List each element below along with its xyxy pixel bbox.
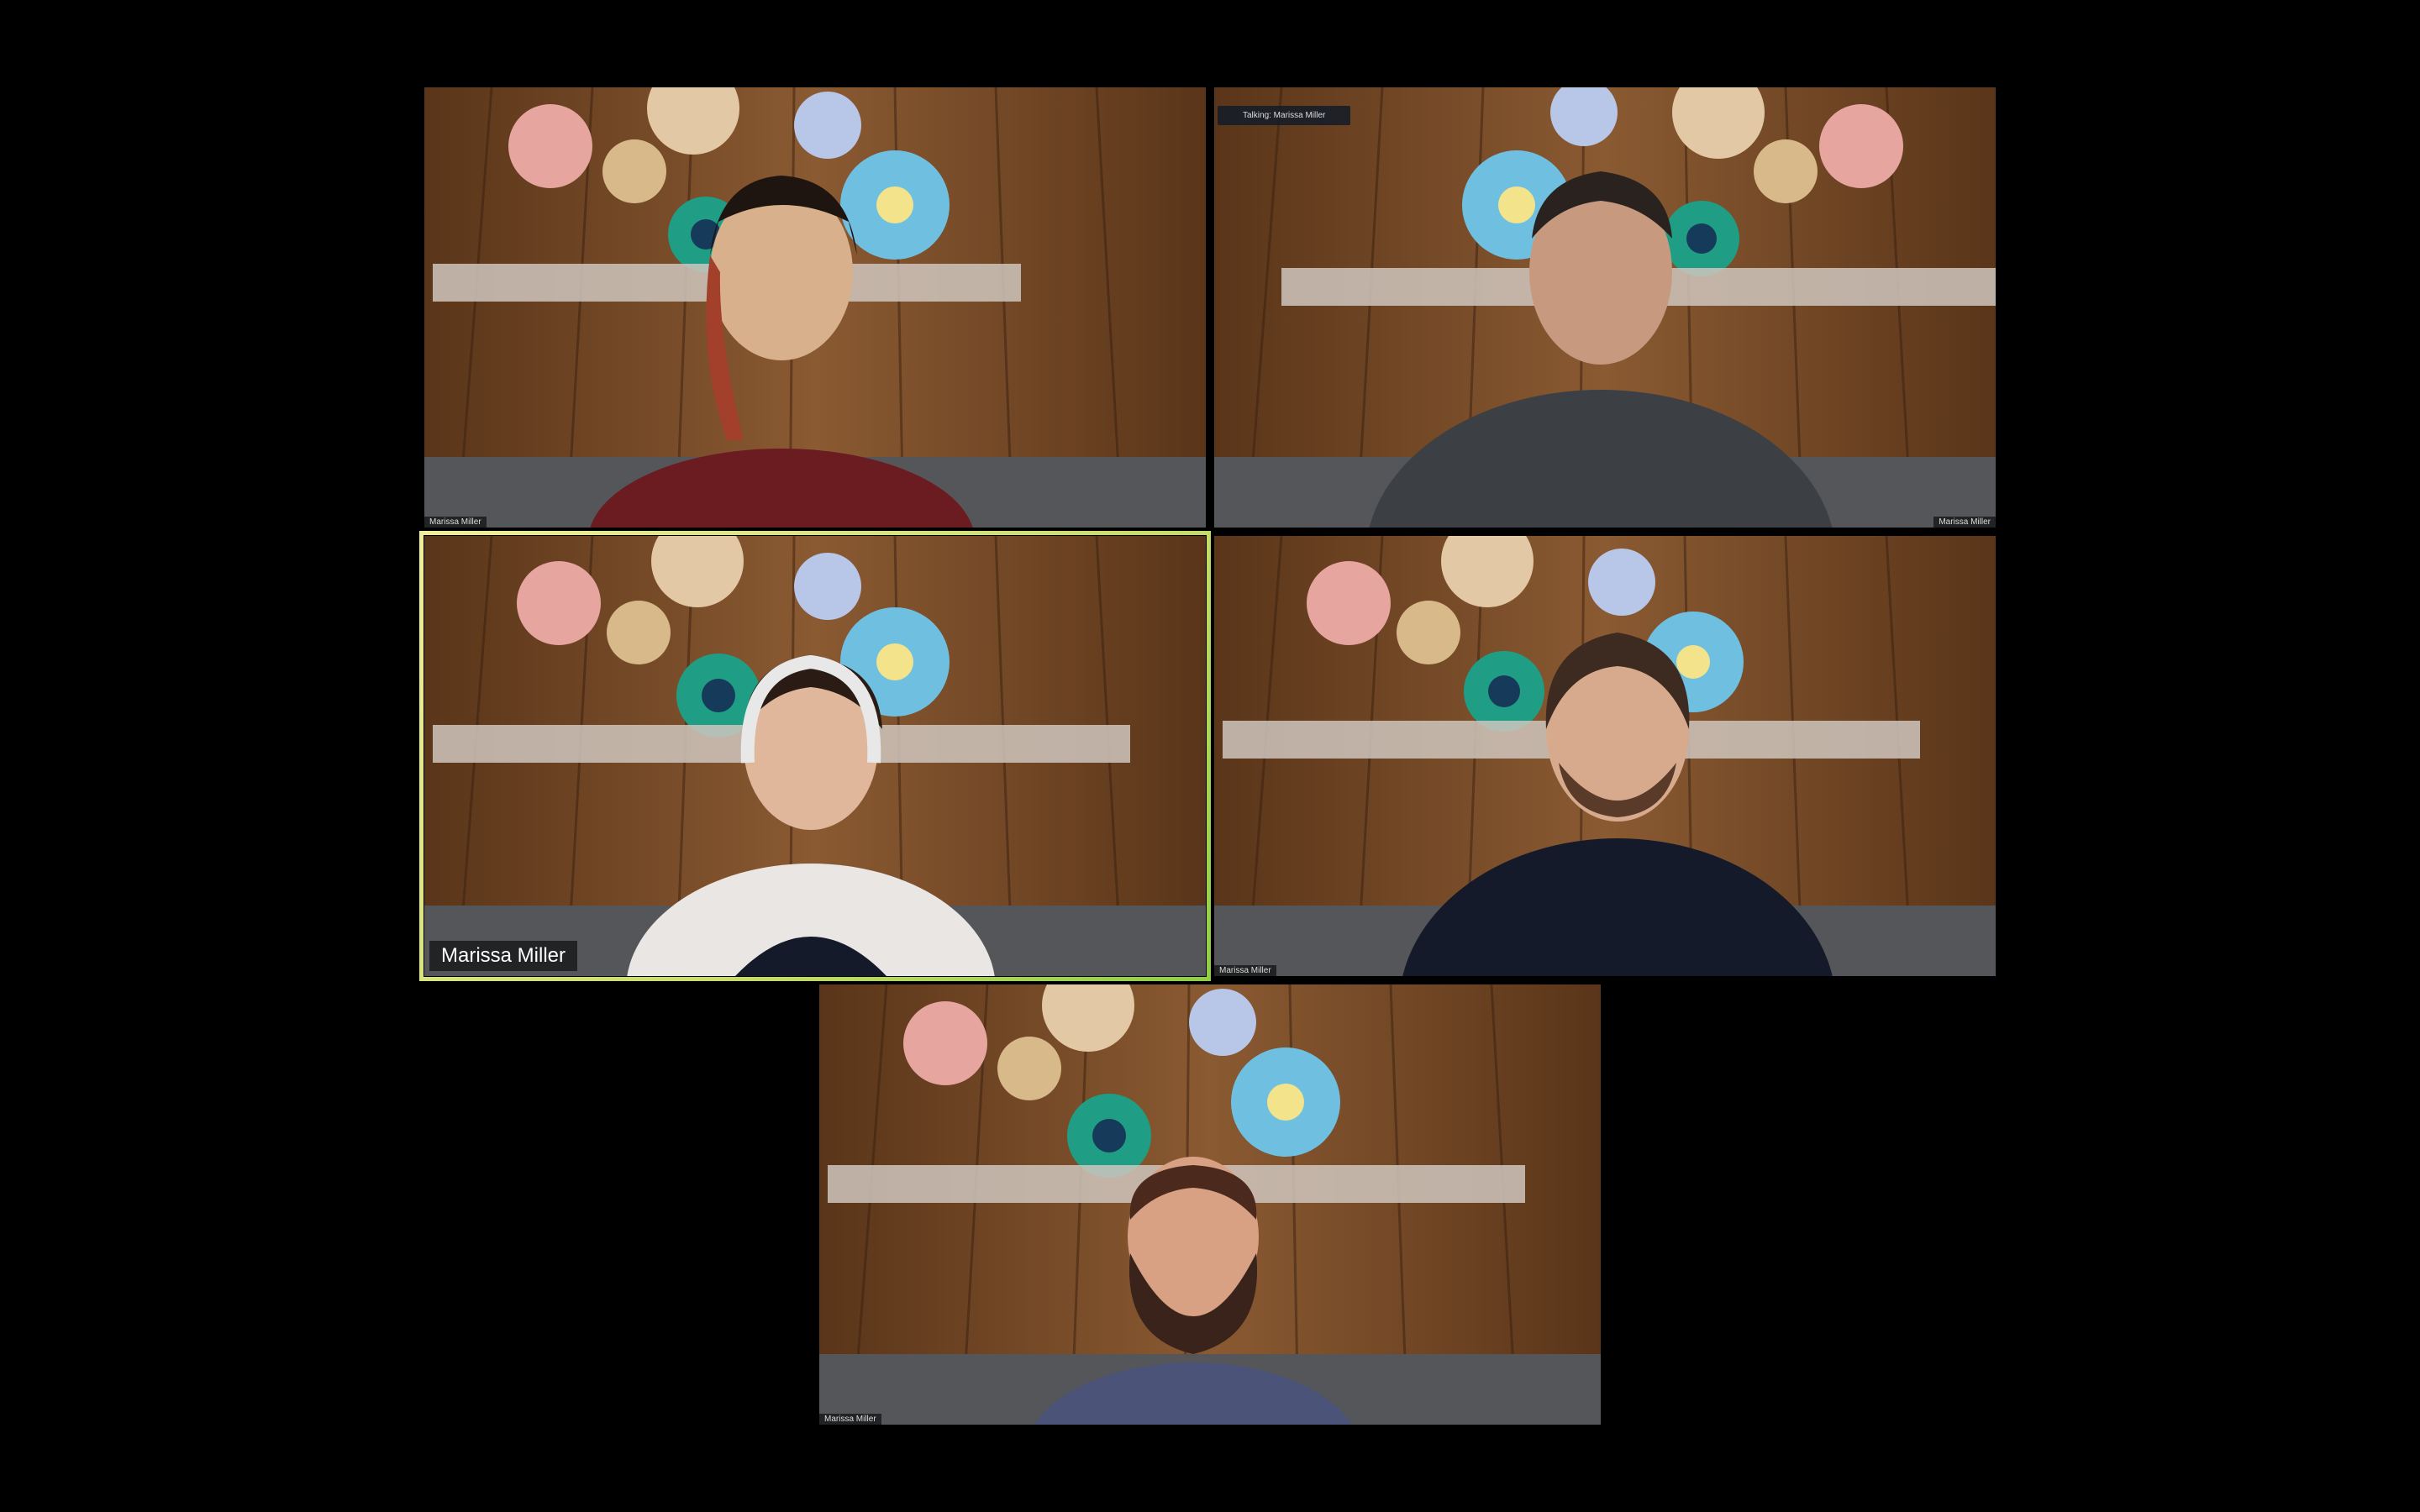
video-tile-2[interactable]: Talking: Marissa Miller Marissa Miller [1214,87,1996,528]
video-feed-2 [1214,87,1996,528]
talking-indicator: Talking: Marissa Miller [1218,106,1351,125]
participant-name-label: Marissa Miller [1214,965,1276,976]
video-feed-5 [819,984,1601,1425]
participant-name-label: Marissa Miller [429,941,578,971]
video-tile-3[interactable]: Marissa Miller [424,536,1206,976]
video-feed-4 [1214,536,1996,976]
video-tile-5[interactable]: Marissa Miller [819,984,1601,1425]
video-tile-1[interactable]: Marissa Miller [424,87,1206,528]
participant-name-label: Marissa Miller [1933,517,1996,528]
video-feed-3 [424,536,1206,976]
video-tile-4[interactable]: Marissa Miller [1214,536,1996,976]
participant-name-label: Marissa Miller [819,1414,881,1425]
participant-name-label: Marissa Miller [424,517,487,528]
video-feed-1 [424,87,1206,528]
